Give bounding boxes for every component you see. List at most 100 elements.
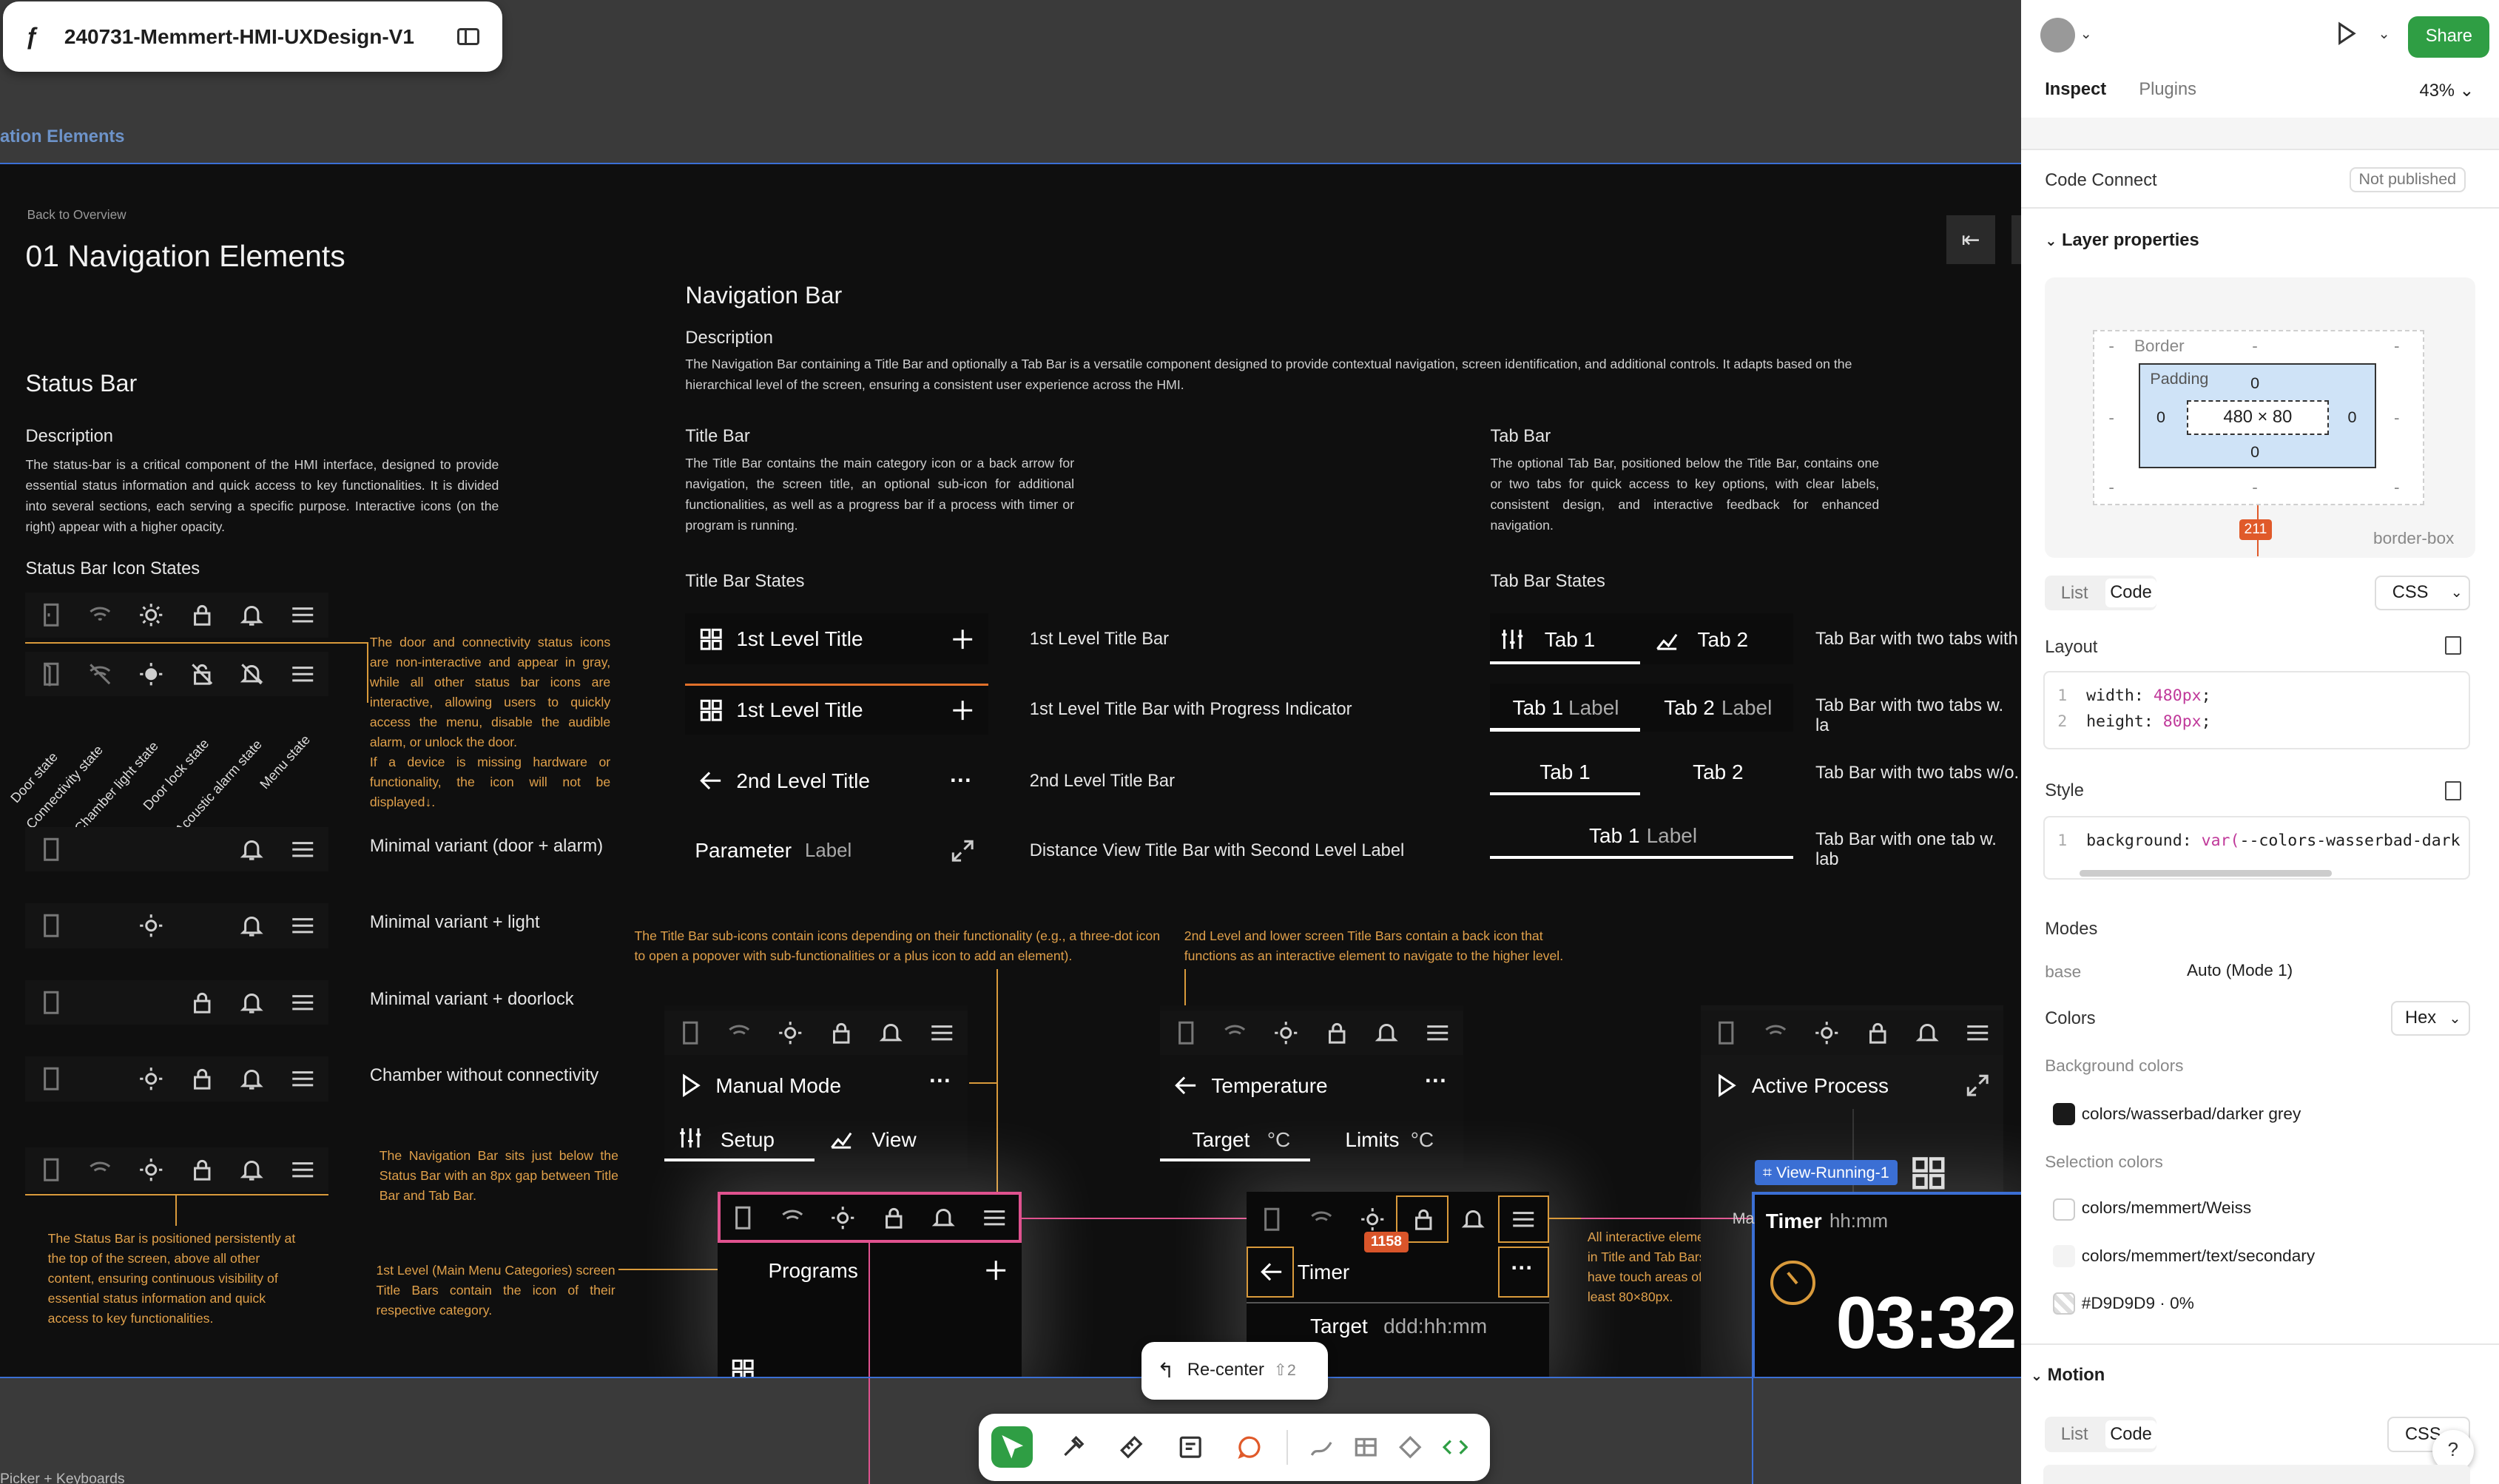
menu-icon[interactable] bbox=[290, 602, 315, 627]
lock-icon[interactable] bbox=[829, 1020, 854, 1045]
mock-view-running[interactable]: Ma Timer hh:mm 03:32 bbox=[1733, 1192, 2021, 1377]
tab-label[interactable]: Tab 1 bbox=[1539, 760, 1591, 784]
menu-icon[interactable] bbox=[929, 1020, 954, 1045]
file-header[interactable]: ƒ 240731-Memmert-HMI-UXDesign-V1 bbox=[3, 1, 502, 72]
menu-icon[interactable] bbox=[1965, 1020, 1990, 1045]
toggle-list[interactable]: List bbox=[2061, 584, 2088, 604]
bell-icon[interactable] bbox=[239, 913, 264, 938]
chevron-down-icon[interactable]: ⌄ bbox=[2080, 25, 2092, 43]
light-icon[interactable] bbox=[1360, 1207, 1385, 1232]
light-icon[interactable] bbox=[138, 602, 163, 627]
selection-color-name[interactable]: colors/memmert/text/secondary bbox=[2082, 1247, 2315, 1266]
style-code[interactable]: 1 background: var(--colors-wasserbad-dar… bbox=[2043, 816, 2471, 880]
frame-label[interactable]: ation Elements bbox=[0, 127, 2021, 162]
back-to-overview-link[interactable]: Back to Overview bbox=[27, 207, 127, 223]
mock-tab[interactable]: View bbox=[872, 1128, 917, 1152]
toggle-list[interactable]: List bbox=[2061, 1425, 2088, 1445]
menu-icon[interactable] bbox=[290, 661, 315, 687]
zoom-level[interactable]: 43% ⌄ bbox=[2420, 80, 2475, 101]
avatar[interactable] bbox=[2040, 17, 2076, 53]
tab-label[interactable]: Tab 2 bbox=[1693, 760, 1744, 784]
more-icon[interactable]: ··· bbox=[1511, 1256, 1533, 1281]
figma-logo-icon[interactable]: ƒ bbox=[25, 23, 38, 50]
back-arrow-icon[interactable] bbox=[1259, 1259, 1284, 1284]
bell-icon[interactable] bbox=[239, 1066, 264, 1091]
more-icon[interactable]: ··· bbox=[1425, 1069, 1447, 1094]
sidebar-toggle-icon[interactable] bbox=[457, 27, 480, 46]
eyedropper-tool-icon[interactable] bbox=[1052, 1426, 1093, 1468]
bell-icon[interactable] bbox=[239, 837, 264, 862]
lock-icon[interactable] bbox=[881, 1205, 906, 1230]
plus-icon[interactable] bbox=[950, 627, 975, 652]
selection-color-name[interactable]: colors/memmert/Weiss bbox=[2082, 1198, 2251, 1218]
grid-view-icon[interactable] bbox=[1908, 1153, 1949, 1194]
share-button[interactable]: Share bbox=[2408, 16, 2490, 58]
file-title[interactable]: 240731-Memmert-HMI-UXDesign-V1 bbox=[64, 25, 457, 49]
motion-code[interactable] bbox=[2043, 1464, 2471, 1484]
tab-label[interactable]: Tab 1 bbox=[1589, 824, 1640, 848]
frame-label-bottom[interactable]: Picker + Keyboards bbox=[0, 1471, 125, 1483]
bell-icon[interactable] bbox=[239, 1157, 264, 1182]
menu-icon[interactable] bbox=[982, 1205, 1007, 1230]
light-icon[interactable] bbox=[138, 1157, 163, 1182]
light-icon[interactable] bbox=[830, 1205, 855, 1230]
back-arrow-icon[interactable] bbox=[698, 768, 724, 793]
menu-icon[interactable] bbox=[290, 913, 315, 938]
table-tool-icon[interactable] bbox=[1345, 1426, 1386, 1468]
back-arrow-icon[interactable] bbox=[1173, 1073, 1198, 1098]
bell-off-icon[interactable] bbox=[239, 661, 264, 687]
light-on-icon[interactable] bbox=[138, 661, 163, 687]
more-icon[interactable]: ··· bbox=[929, 1069, 951, 1094]
color-format-select[interactable]: Hex ⌄ bbox=[2390, 1001, 2471, 1036]
tab-label[interactable]: Tab 2 bbox=[1698, 628, 1749, 652]
copy-icon[interactable] bbox=[2444, 780, 2461, 800]
menu-icon[interactable] bbox=[290, 1066, 315, 1091]
play-prototype-icon[interactable] bbox=[2333, 21, 2358, 46]
copy-icon[interactable] bbox=[2444, 635, 2461, 655]
menu-icon[interactable] bbox=[290, 1157, 315, 1182]
tab-plugins[interactable]: Plugins bbox=[2139, 80, 2196, 100]
layer-properties-header[interactable]: ⌄ Layer properties bbox=[2045, 231, 2199, 251]
light-icon[interactable] bbox=[1273, 1020, 1298, 1045]
lock-off-icon[interactable] bbox=[189, 661, 215, 687]
lock-icon[interactable] bbox=[1324, 1020, 1349, 1045]
expand-icon[interactable] bbox=[950, 838, 975, 863]
more-icon[interactable]: ··· bbox=[950, 769, 972, 794]
language-select[interactable]: CSS ⌄ bbox=[2375, 575, 2471, 611]
annotation-tool-icon[interactable] bbox=[1170, 1426, 1211, 1468]
lock-icon[interactable] bbox=[189, 990, 215, 1015]
bell-icon[interactable] bbox=[931, 1205, 956, 1230]
dev-mode-icon[interactable] bbox=[1434, 1426, 1476, 1468]
toggle-code[interactable]: Code bbox=[2105, 1420, 2156, 1449]
collapse-left-icon[interactable]: ⇤ bbox=[1946, 215, 1996, 265]
bell-icon[interactable] bbox=[1915, 1020, 1940, 1045]
design-canvas[interactable]: ƒ 240731-Memmert-HMI-UXDesign-V1 ation E… bbox=[0, 0, 2499, 1484]
expand-icon[interactable] bbox=[1965, 1073, 1990, 1098]
bell-icon[interactable] bbox=[1374, 1020, 1399, 1045]
recenter-button[interactable]: ↰ Re-center ⇧2 bbox=[1141, 1342, 1328, 1400]
frame-selection-label[interactable]: ⌗ View-Running-1 bbox=[1755, 1160, 1898, 1185]
navigation-elements-frame[interactable]: Back to Overview 01 Navigation Elements … bbox=[0, 162, 2021, 1377]
light-icon[interactable] bbox=[1814, 1020, 1839, 1045]
motion-header[interactable]: ⌄ Motion bbox=[2031, 1366, 2105, 1386]
menu-icon[interactable] bbox=[1425, 1020, 1450, 1045]
mock-tab[interactable]: Limits bbox=[1345, 1128, 1399, 1152]
mock-tab[interactable]: Setup bbox=[721, 1128, 775, 1152]
menu-icon[interactable] bbox=[290, 837, 315, 862]
move-tool-icon[interactable] bbox=[991, 1426, 1033, 1468]
bell-icon[interactable] bbox=[878, 1020, 903, 1045]
menu-icon[interactable] bbox=[290, 990, 315, 1015]
bell-icon[interactable] bbox=[239, 602, 264, 627]
plus-icon[interactable] bbox=[983, 1258, 1008, 1283]
light-icon[interactable] bbox=[778, 1020, 803, 1045]
light-icon[interactable] bbox=[138, 913, 163, 938]
tab-label[interactable]: Tab 1 bbox=[1545, 628, 1596, 652]
light-icon[interactable] bbox=[138, 1066, 163, 1091]
toggle-code[interactable]: Code bbox=[2105, 579, 2156, 607]
draw-tool-icon[interactable] bbox=[1301, 1426, 1342, 1468]
bg-color-name[interactable]: colors/wasserbad/darker grey bbox=[2082, 1104, 2301, 1124]
tab-label[interactable]: Tab 2 bbox=[1664, 696, 1715, 720]
not-published-badge[interactable]: Not published bbox=[2349, 167, 2466, 192]
selection-color-name[interactable]: #D9D9D9 · 0% bbox=[2082, 1294, 2194, 1313]
lock-icon[interactable] bbox=[189, 1157, 215, 1182]
